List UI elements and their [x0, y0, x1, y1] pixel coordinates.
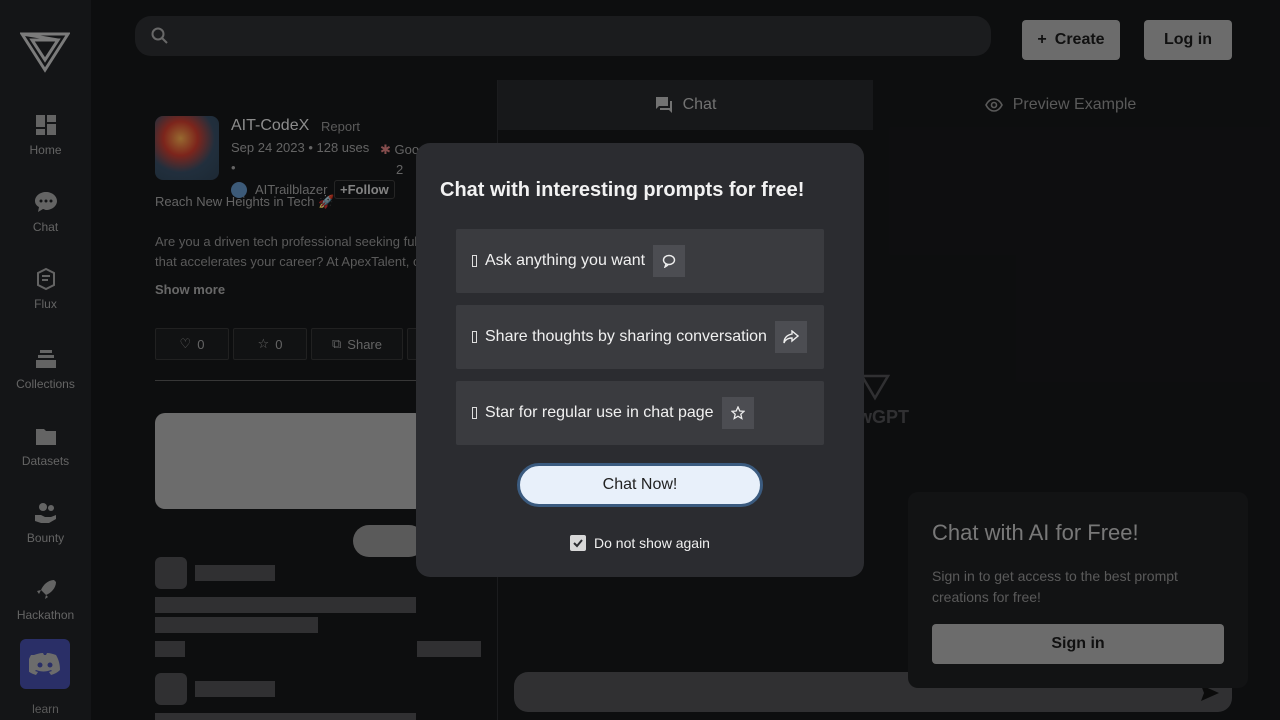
dont-show-label: Do not show again [594, 535, 710, 551]
share-arrow-icon [774, 321, 807, 353]
chat-now-button[interactable]: Chat Now! [517, 463, 763, 507]
feature-label: Ask anything you want [485, 252, 646, 269]
chat-bubble-icon [653, 245, 686, 277]
bullet-icon [472, 407, 477, 419]
feature-ask: Ask anything you want [456, 229, 824, 293]
checkbox-checked-icon[interactable] [570, 535, 586, 551]
feature-label: Share thoughts by sharing conversation [485, 328, 767, 345]
feature-star: Star for regular use in chat page [456, 381, 824, 445]
bullet-icon [472, 331, 477, 343]
feature-share: Share thoughts by sharing conversation [456, 305, 824, 369]
feature-label: Star for regular use in chat page [485, 404, 714, 421]
modal-title: Chat with interesting prompts for free! [440, 179, 805, 201]
dont-show-checkbox[interactable]: Do not show again [570, 535, 710, 551]
welcome-modal: Chat with interesting prompts for free! … [416, 143, 864, 577]
star-icon [721, 397, 754, 429]
bullet-icon [472, 255, 477, 267]
